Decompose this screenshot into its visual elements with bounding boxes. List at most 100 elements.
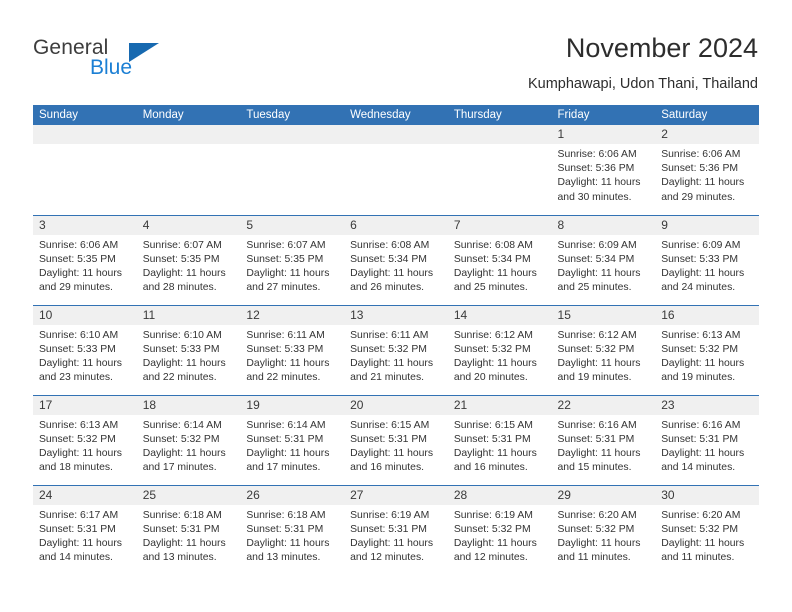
sunrise-text: Sunrise: 6:12 AM: [557, 329, 637, 341]
weekday-header-monday: Monday: [136, 105, 241, 125]
daylight-text: Daylight: 11 hours and 22 minutes.: [246, 357, 330, 384]
daylight-text: Daylight: 11 hours and 19 minutes.: [661, 357, 745, 384]
calendar-day-cell[interactable]: 8 Sunrise: 6:09 AM Sunset: 5:34 PM Daylight…: [551, 214, 656, 305]
day-details: Sunrise: 6:13 AM Sunset: 5:32 PM Daylight:…: [33, 415, 137, 476]
sunset-text: Sunset: 5:31 PM: [142, 523, 220, 535]
day-details: Sunrise: 6:15 AM Sunset: 5:31 PM Daylight:…: [448, 415, 552, 476]
sunrise-text: Sunrise: 6:13 AM: [661, 329, 741, 341]
day-number: 23: [655, 395, 759, 415]
calendar-day-cell[interactable]: 19 Sunrise: 6:14 AM Sunset: 5:31 PM Dayligh…: [240, 394, 345, 485]
sunrise-text: Sunrise: 6:07 AM: [142, 239, 222, 251]
sunset-text: Sunset: 5:31 PM: [246, 433, 324, 445]
calendar-day-cell[interactable]: 27 Sunrise: 6:19 AM Sunset: 5:31 PM Dayligh…: [344, 484, 448, 575]
daylight-text: Daylight: 11 hours and 29 minutes.: [39, 267, 122, 294]
sunrise-text: Sunrise: 6:20 AM: [557, 509, 637, 521]
day-details: Sunrise: 6:19 AM Sunset: 5:31 PM Daylight:…: [344, 505, 448, 566]
calendar-day-cell[interactable]: 3 Sunrise: 6:06 AM Sunset: 5:35 PM Daylight…: [33, 214, 137, 305]
calendar-day-cell[interactable]: 1 Sunrise: 6:06 AM Sunset: 5:36 PM Daylight…: [551, 125, 656, 215]
calendar-day-cell[interactable]: 7 Sunrise: 6:08 AM Sunset: 5:34 PM Daylight…: [447, 214, 552, 305]
day-details: Sunrise: 6:16 AM Sunset: 5:31 PM Daylight:…: [552, 415, 656, 476]
daylight-text: Daylight: 11 hours and 11 minutes.: [557, 537, 641, 564]
sunrise-text: Sunrise: 6:09 AM: [557, 239, 637, 251]
calendar-day-cell[interactable]: 12 Sunrise: 6:11 AM Sunset: 5:33 PM Dayligh…: [240, 304, 345, 395]
day-number: 26: [240, 485, 345, 505]
weekday-header-thursday: Thursday: [447, 105, 552, 125]
day-details: Sunrise: 6:12 AM Sunset: 5:32 PM Daylight:…: [552, 325, 656, 386]
day-number: 29: [551, 485, 656, 505]
calendar-day-cell[interactable]: 15 Sunrise: 6:12 AM Sunset: 5:32 PM Dayligh…: [551, 304, 656, 395]
sunrise-text: Sunrise: 6:11 AM: [350, 329, 429, 341]
daylight-text: Daylight: 11 hours and 28 minutes.: [142, 267, 226, 294]
calendar-day-cell[interactable]: 4 Sunrise: 6:07 AM Sunset: 5:35 PM Daylight…: [136, 214, 241, 305]
day-number: 30: [655, 485, 759, 505]
calendar-day-cell[interactable]: 30 Sunrise: 6:20 AM Sunset: 5:32 PM Dayligh…: [655, 484, 759, 575]
daylight-text: Daylight: 11 hours and 17 minutes.: [142, 447, 226, 474]
sunset-text: Sunset: 5:33 PM: [246, 343, 324, 355]
calendar-week-row: 1 Sunrise: 6:06 AM Sunset: 5:36 PM Daylight…: [33, 125, 759, 215]
daylight-text: Daylight: 11 hours and 23 minutes.: [39, 357, 122, 384]
calendar-day-cell[interactable]: 11 Sunrise: 6:10 AM Sunset: 5:33 PM Dayligh…: [136, 304, 241, 395]
day-number: [344, 125, 448, 144]
calendar-day-cell[interactable]: 18 Sunrise: 6:14 AM Sunset: 5:32 PM Dayligh…: [136, 394, 241, 485]
daylight-text: Daylight: 11 hours and 27 minutes.: [246, 267, 330, 294]
sunrise-text: Sunrise: 6:14 AM: [246, 419, 326, 431]
sunrise-text: Sunrise: 6:06 AM: [661, 149, 741, 160]
page-subtitle: Kumphawapi, Udon Thani, Thailand: [527, 76, 758, 92]
day-number: 22: [551, 395, 656, 415]
sunset-text: Sunset: 5:31 PM: [453, 433, 531, 445]
calendar-day-cell[interactable]: 28 Sunrise: 6:19 AM Sunset: 5:32 PM Dayligh…: [447, 484, 552, 575]
calendar-day-cell[interactable]: 9 Sunrise: 6:09 AM Sunset: 5:33 PM Daylight…: [655, 214, 759, 305]
calendar-day-cell[interactable]: 22 Sunrise: 6:16 AM Sunset: 5:31 PM Dayligh…: [551, 394, 656, 485]
calendar-day-cell[interactable]: 25 Sunrise: 6:18 AM Sunset: 5:31 PM Dayligh…: [136, 484, 241, 575]
sunrise-text: Sunrise: 6:12 AM: [453, 329, 533, 341]
day-details: Sunrise: 6:19 AM Sunset: 5:32 PM Daylight:…: [448, 505, 552, 566]
calendar-day-cell[interactable]: 17 Sunrise: 6:13 AM Sunset: 5:32 PM Dayligh…: [33, 394, 137, 485]
brand-logo[interactable]: General Blue: [33, 36, 213, 88]
day-number: 17: [33, 395, 137, 415]
calendar-day-cell[interactable]: 10 Sunrise: 6:10 AM Sunset: 5:33 PM Dayligh…: [33, 304, 137, 395]
calendar-day-cell[interactable]: 20 Sunrise: 6:15 AM Sunset: 5:31 PM Dayligh…: [344, 394, 448, 485]
calendar-day-cell[interactable]: 5 Sunrise: 6:07 AM Sunset: 5:35 PM Daylight…: [240, 214, 345, 305]
day-number: 16: [655, 305, 759, 325]
sunset-text: Sunset: 5:31 PM: [557, 433, 635, 445]
day-number: 25: [136, 485, 241, 505]
sunrise-text: Sunrise: 6:18 AM: [246, 509, 326, 521]
day-number: [136, 125, 241, 144]
calendar-table: Sunday Monday Tuesday Wednesday Thursday…: [33, 105, 759, 575]
calendar-cell-empty: [136, 125, 241, 215]
day-details: Sunrise: 6:11 AM Sunset: 5:32 PM Daylight:…: [344, 325, 448, 386]
day-number: 5: [240, 215, 345, 235]
day-number: 12: [240, 305, 345, 325]
sunset-text: Sunset: 5:31 PM: [350, 433, 427, 445]
calendar-day-cell[interactable]: 24 Sunrise: 6:17 AM Sunset: 5:31 PM Dayligh…: [33, 484, 137, 575]
calendar-cell-empty: [344, 125, 448, 215]
day-number: 11: [136, 305, 241, 325]
sunset-text: Sunset: 5:32 PM: [661, 343, 739, 355]
calendar-day-cell[interactable]: 29 Sunrise: 6:20 AM Sunset: 5:32 PM Dayligh…: [551, 484, 656, 575]
calendar-day-cell[interactable]: 2 Sunrise: 6:06 AM Sunset: 5:36 PM Daylight…: [655, 125, 759, 215]
calendar-day-cell[interactable]: 6 Sunrise: 6:08 AM Sunset: 5:34 PM Daylight…: [344, 214, 448, 305]
sunrise-text: Sunrise: 6:19 AM: [453, 509, 533, 521]
day-details: Sunrise: 6:09 AM Sunset: 5:33 PM Daylight:…: [655, 235, 759, 296]
sunset-text: Sunset: 5:34 PM: [453, 253, 531, 265]
day-number: [33, 125, 137, 144]
day-details: Sunrise: 6:11 AM Sunset: 5:33 PM Daylight:…: [240, 325, 344, 386]
sunrise-text: Sunrise: 6:11 AM: [246, 329, 325, 341]
page-header: General Blue November 2024 Kumphawapi, U…: [0, 0, 792, 100]
sunset-text: Sunset: 5:32 PM: [557, 523, 635, 535]
day-number: 24: [33, 485, 137, 505]
day-number: 20: [344, 395, 448, 415]
calendar-day-cell[interactable]: 16 Sunrise: 6:13 AM Sunset: 5:32 PM Dayligh…: [655, 304, 759, 395]
calendar-day-cell[interactable]: 14 Sunrise: 6:12 AM Sunset: 5:32 PM Dayligh…: [447, 304, 552, 395]
sunrise-text: Sunrise: 6:15 AM: [453, 419, 533, 431]
calendar-cell-empty: [33, 125, 137, 215]
day-details: Sunrise: 6:13 AM Sunset: 5:32 PM Daylight:…: [655, 325, 759, 386]
calendar-day-cell[interactable]: 23 Sunrise: 6:16 AM Sunset: 5:31 PM Dayligh…: [655, 394, 759, 485]
day-details: Sunrise: 6:18 AM Sunset: 5:31 PM Daylight:…: [240, 505, 344, 566]
day-number: 14: [447, 305, 552, 325]
daylight-text: Daylight: 11 hours and 13 minutes.: [246, 537, 330, 564]
calendar-day-cell[interactable]: 21 Sunrise: 6:15 AM Sunset: 5:31 PM Dayligh…: [447, 394, 552, 485]
calendar-day-cell[interactable]: 26 Sunrise: 6:18 AM Sunset: 5:31 PM Dayligh…: [240, 484, 345, 575]
sunset-text: Sunset: 5:32 PM: [39, 433, 116, 445]
calendar-day-cell[interactable]: 13 Sunrise: 6:11 AM Sunset: 5:32 PM Dayligh…: [344, 304, 448, 395]
